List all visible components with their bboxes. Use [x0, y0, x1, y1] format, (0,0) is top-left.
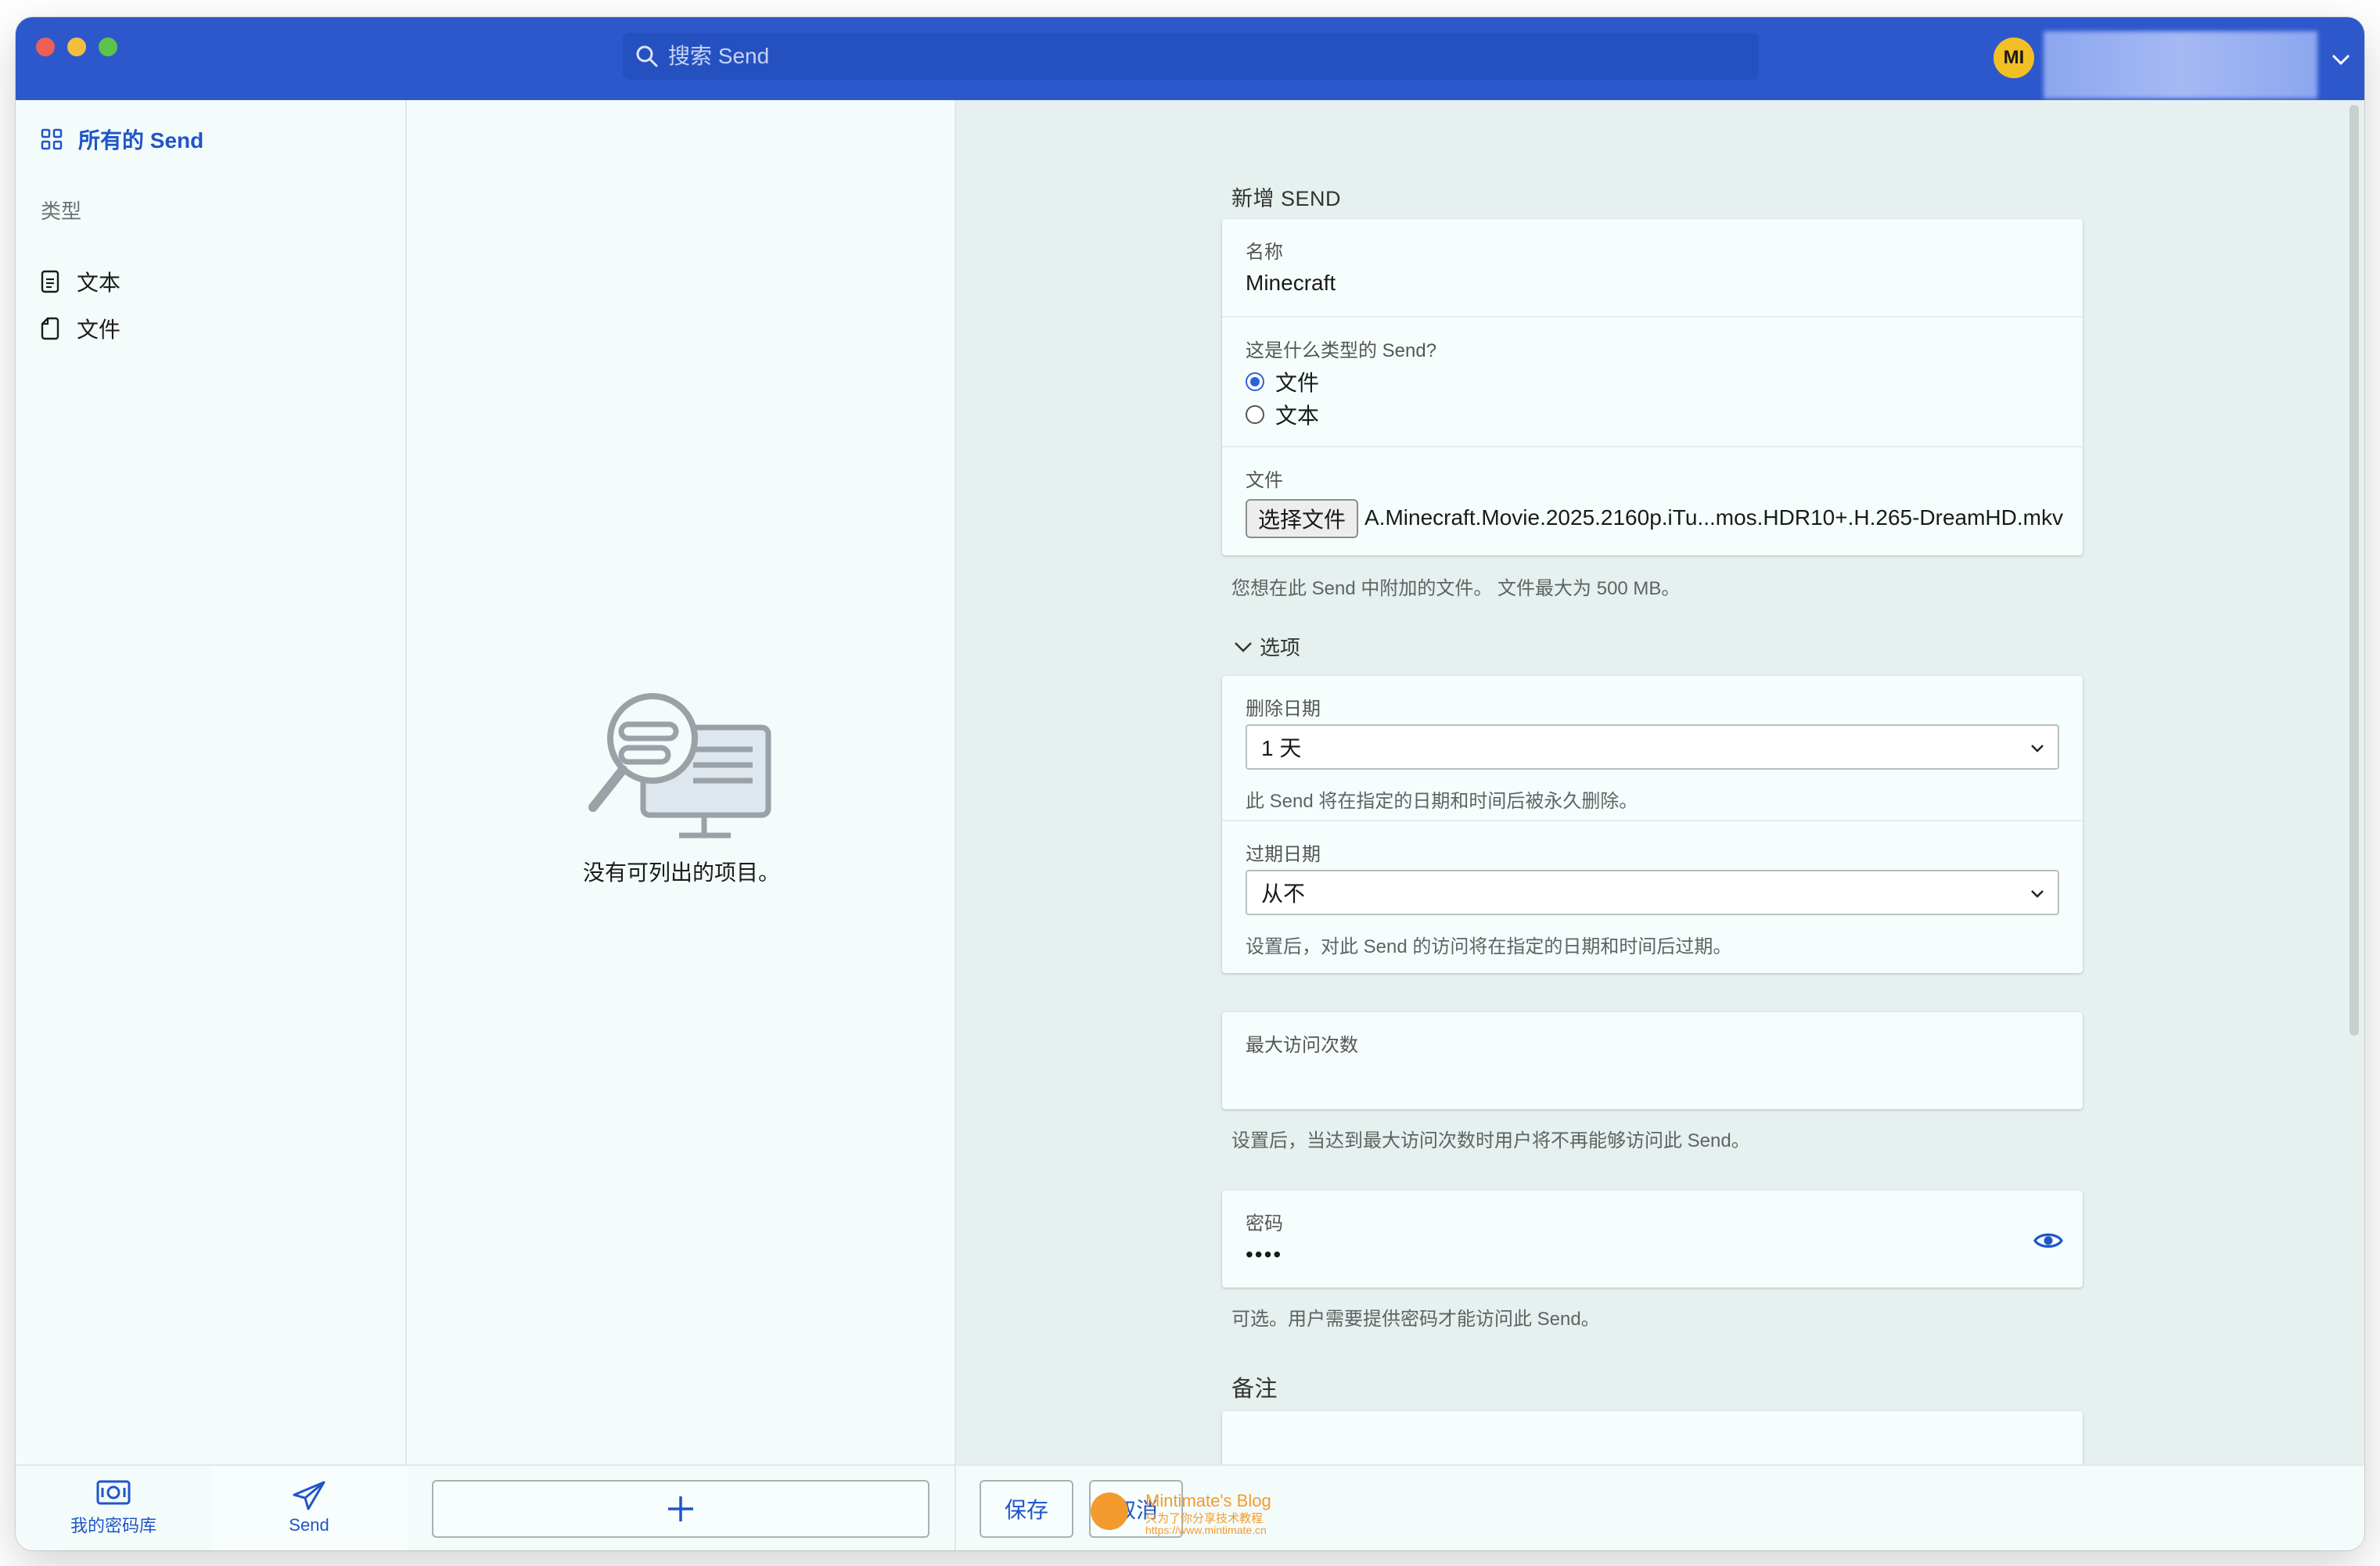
- empty-list-message: 没有可列出的项目。: [582, 860, 780, 885]
- type-radio-file[interactable]: 文件: [1246, 366, 1319, 397]
- expiration-help-text: 设置后，对此 Send 的访问将在指定的日期和时间后过期。: [1246, 936, 1732, 957]
- title-bar: MI: [16, 17, 2364, 100]
- sidebar-item-text[interactable]: 文本: [41, 266, 120, 297]
- sidebar: 所有的 Send 类型 文本 文件 我的密码库 Send: [16, 100, 407, 1550]
- minimize-window-button[interactable]: [67, 38, 86, 56]
- search-input[interactable]: [668, 33, 1732, 80]
- notes-heading: 备注: [1231, 1377, 1278, 1402]
- account-email-redacted[interactable]: [2044, 31, 2317, 99]
- notes-card[interactable]: [1222, 1411, 2083, 1464]
- radio-label: 文本: [1275, 404, 1320, 428]
- text-document-icon: [41, 270, 59, 293]
- max-access-card[interactable]: 最大访问次数: [1222, 1012, 2083, 1109]
- choose-file-button[interactable]: 选择文件: [1246, 499, 1359, 538]
- max-access-help-text: 设置后，当达到最大访问次数时用户将不再能够访问此 Send。: [1231, 1130, 1750, 1151]
- options-label: 选项: [1260, 636, 1301, 659]
- password-label: 密码: [1246, 1213, 1283, 1234]
- chevron-down-icon: [2031, 890, 2044, 898]
- file-document-icon: [41, 317, 59, 340]
- max-access-label: 最大访问次数: [1246, 1035, 1358, 1056]
- name-field[interactable]: Minecraft: [1246, 271, 1336, 296]
- expiration-date-value: 从不: [1261, 882, 1306, 906]
- password-help-text: 可选。用户需要提供密码才能访问此 Send。: [1231, 1309, 1600, 1330]
- add-send-button[interactable]: [432, 1480, 929, 1538]
- types-heading: 类型: [41, 199, 82, 223]
- expiration-date-label: 过期日期: [1246, 844, 1321, 865]
- sidebar-item-all-sends[interactable]: 所有的 Send: [41, 124, 203, 155]
- expiration-date-select[interactable]: 从不: [1246, 870, 2059, 915]
- send-list-panel: 没有可列出的项目。: [407, 100, 956, 1550]
- watermark-overlay: Mintimate's Blog 只为了你分享技术教程 https://www.…: [1091, 1488, 1325, 1538]
- plus-icon: [668, 1496, 693, 1521]
- deletion-date-label: 删除日期: [1246, 699, 1321, 720]
- chevron-down-icon[interactable]: [2330, 48, 2352, 70]
- zoom-window-button[interactable]: [99, 38, 117, 56]
- search-bar[interactable]: [623, 33, 1759, 80]
- type-question-label: 这是什么类型的 Send?: [1246, 340, 1437, 361]
- deletion-date-value: 1 天: [1261, 736, 1302, 760]
- deletion-date-select[interactable]: 1 天: [1246, 724, 2059, 770]
- file-help-text: 您想在此 Send 中附加的文件。 文件最大为 500 MB。: [1231, 578, 1681, 599]
- section-title: 新增 SEND: [1231, 187, 1342, 210]
- search-icon: [636, 45, 658, 67]
- mintimate-logo-icon: [1091, 1492, 1128, 1530]
- sidebar-item-label: 所有的 Send: [78, 128, 204, 153]
- name-row[interactable]: 名称 Minecraft: [1222, 219, 2083, 316]
- vault-icon: [96, 1480, 131, 1505]
- deletion-help-text: 此 Send 将在指定的日期和时间后被永久删除。: [1246, 791, 1638, 812]
- detail-scroll-area[interactable]: 新增 SEND 名称 Minecraft 这是什么类型的 Send? 文件 文本: [956, 100, 2364, 1464]
- watermark-title: Mintimate's Blog: [1145, 1491, 1271, 1510]
- radio-selected-icon[interactable]: [1246, 372, 1264, 391]
- radio-label: 文件: [1275, 371, 1320, 395]
- chevron-down-icon: [1235, 641, 1252, 652]
- eye-icon[interactable]: [2033, 1225, 2064, 1256]
- save-button[interactable]: 保存: [980, 1480, 1073, 1538]
- selected-file-name: A.Minecraft.Movie.2025.2160p.iTu...mos.H…: [1364, 505, 2063, 530]
- nav-label: Send: [289, 1515, 329, 1535]
- name-label: 名称: [1246, 242, 1283, 263]
- nav-label: 我的密码库: [70, 1516, 156, 1535]
- type-row: 这是什么类型的 Send? 文件 文本: [1222, 316, 2083, 446]
- nav-send[interactable]: Send: [211, 1466, 407, 1550]
- empty-search-illustration-icon: [588, 693, 771, 839]
- password-card[interactable]: 密码 ••••: [1222, 1191, 2083, 1288]
- avatar[interactable]: MI: [1994, 38, 2034, 78]
- sidebar-item-label: 文本: [77, 271, 121, 295]
- options-toggle[interactable]: 选项: [1233, 632, 1300, 661]
- dates-card: 删除日期 1 天 此 Send 将在指定的日期和时间后被永久删除。 过期日期 从…: [1222, 676, 2083, 973]
- scrollbar-thumb[interactable]: [2349, 105, 2359, 1036]
- sidebar-item-file[interactable]: 文件: [41, 313, 120, 344]
- bottom-nav: 我的密码库 Send: [16, 1464, 407, 1550]
- app-window: MI 所有的 Send 类型 文本: [16, 17, 2364, 1550]
- detail-footer: 保存 取消 Mintimate's Blog 只为了你分享技术教程 https:…: [956, 1464, 2364, 1550]
- file-label: 文件: [1246, 470, 1283, 491]
- sidebar-item-label: 文件: [77, 318, 121, 342]
- send-basic-card: 名称 Minecraft 这是什么类型的 Send? 文件 文本 文件 选择文件…: [1222, 219, 2083, 555]
- password-field[interactable]: ••••: [1246, 1242, 1282, 1267]
- close-window-button[interactable]: [36, 38, 55, 56]
- deletion-date-row: 删除日期 1 天 此 Send 将在指定的日期和时间后被永久删除。: [1222, 676, 2083, 820]
- chevron-down-icon: [2031, 745, 2044, 752]
- send-detail-panel: 新增 SEND 名称 Minecraft 这是什么类型的 Send? 文件 文本: [956, 100, 2364, 1550]
- send-paper-plane-icon: [293, 1481, 325, 1510]
- list-footer: [407, 1464, 956, 1550]
- file-row: 文件 选择文件 A.Minecraft.Movie.2025.2160p.iTu…: [1222, 446, 2083, 555]
- radio-unselected-icon[interactable]: [1246, 405, 1264, 424]
- expiration-date-row: 过期日期 从不 设置后，对此 Send 的访问将在指定的日期和时间后过期。: [1222, 820, 2083, 973]
- nav-my-vault[interactable]: 我的密码库: [16, 1466, 211, 1550]
- watermark-url: https://www.mintimate.cn: [1145, 1524, 1267, 1536]
- grid-icon: [41, 128, 63, 150]
- type-radio-text[interactable]: 文本: [1246, 399, 1319, 430]
